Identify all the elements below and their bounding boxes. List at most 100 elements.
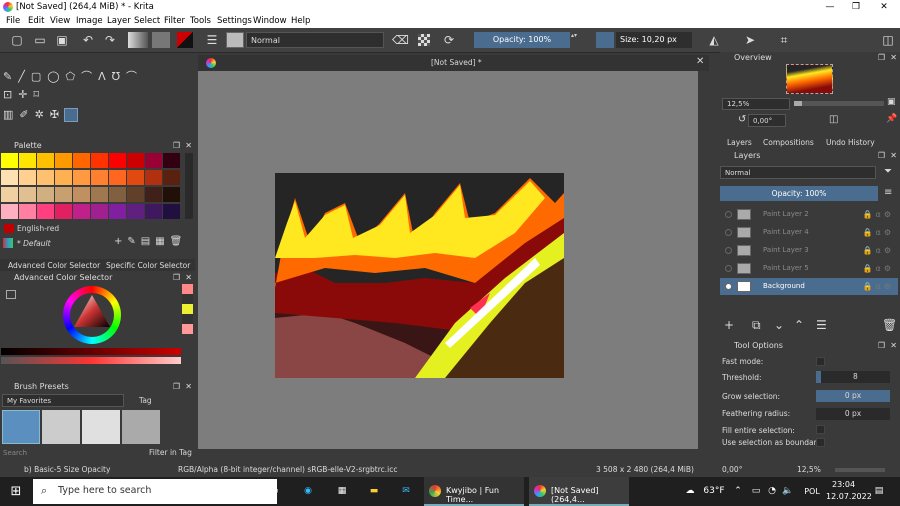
brush-thumb-1[interactable] [2, 410, 40, 444]
wifi-icon[interactable]: ◔ [766, 477, 778, 506]
tray-chevron-icon[interactable]: ⌃ [732, 477, 744, 506]
float-icon[interactable]: ❐ [878, 340, 885, 352]
layer-lock-alpha-icons[interactable]: 🔒α⚙ [863, 224, 894, 241]
store-icon[interactable]: ▦ [332, 477, 352, 506]
palette-swatch[interactable] [163, 204, 181, 220]
brush-filter-dropdown[interactable]: My Favorites [2, 394, 124, 407]
zoom-fit-icon[interactable]: ▣ [887, 97, 896, 107]
palette-swatch[interactable] [1, 153, 19, 169]
tab-specific-color-selector[interactable]: Specific Color Selector [106, 261, 190, 270]
open-document-icon[interactable]: ▭ [32, 32, 48, 48]
palette-swatch[interactable] [1, 187, 19, 203]
palette-swatch[interactable] [109, 170, 127, 186]
size-color-swatch[interactable] [596, 32, 614, 48]
float-icon[interactable]: ❐ [878, 52, 885, 64]
close-icon[interactable]: ✕ [185, 140, 192, 152]
weather-icon[interactable]: ☁ [682, 477, 698, 506]
layer-blend-dropdown[interactable]: Normal [720, 166, 876, 179]
taskbar-app-krita[interactable]: [Not Saved] (264,4... [529, 477, 629, 506]
palette-swatch[interactable] [19, 204, 37, 220]
taskbar-app-chrome[interactable]: Kwyjibo | Fun Time... [424, 477, 524, 506]
fast-mode-checkbox[interactable] [816, 357, 825, 366]
clock-date[interactable]: 12.07.2022 [826, 492, 872, 501]
palette-swatch[interactable] [73, 187, 91, 203]
palette-swatch[interactable] [19, 170, 37, 186]
close-icon[interactable]: ✕ [185, 272, 192, 284]
menu-select[interactable]: Select [134, 16, 160, 26]
brush-thumb-4[interactable] [122, 410, 160, 444]
visibility-icon[interactable] [725, 283, 732, 290]
palette-swatch[interactable] [1, 204, 19, 220]
layer-row[interactable]: Background 🔒α⚙ [720, 278, 898, 295]
rotate-left-icon[interactable]: ↺ [738, 114, 746, 125]
mirror-horizontal-icon[interactable]: ◭ [706, 32, 722, 48]
palette-preset-label[interactable]: * Default [17, 239, 51, 248]
canvas-close-icon[interactable]: ✕ [696, 56, 704, 67]
menu-view[interactable]: View [50, 16, 70, 26]
delete-layer-icon[interactable]: 🗑 [882, 318, 897, 332]
undo-icon[interactable]: ↶ [80, 32, 96, 48]
palette-swatch[interactable] [145, 170, 163, 186]
volume-icon[interactable]: 🔈 [782, 477, 794, 506]
status-zoom-slider[interactable] [835, 468, 885, 472]
float-icon[interactable]: ❐ [173, 381, 180, 393]
feathering-slider[interactable]: 0 px [816, 408, 890, 420]
tab-undo-history[interactable]: Undo History [826, 138, 875, 147]
palette-swatch[interactable] [19, 187, 37, 203]
menu-window[interactable]: Window [253, 16, 287, 26]
save-icon[interactable]: ▣ [54, 32, 70, 48]
layer-menu-icon[interactable]: ≡ [884, 187, 892, 198]
brush-search-input[interactable]: Search [3, 449, 27, 457]
hue-ring[interactable] [63, 286, 121, 344]
language-indicator[interactable]: POL [800, 477, 824, 506]
zoom-slider[interactable] [794, 101, 884, 106]
color-selector-settings-icon[interactable] [6, 290, 16, 299]
maximize-button[interactable]: ❐ [842, 0, 870, 14]
brush-preset-thumbnail[interactable] [226, 32, 244, 48]
pin-icon[interactable]: 📌 [886, 114, 897, 124]
palette-swatch[interactable] [73, 170, 91, 186]
add-layer-icon[interactable]: + [724, 318, 734, 332]
artwork[interactable] [275, 173, 564, 378]
eraser-icon[interactable]: ⌫ [392, 32, 409, 48]
palette-swatch[interactable] [37, 170, 55, 186]
palette-grid-icon[interactable] [3, 238, 13, 248]
minimize-button[interactable]: — [816, 0, 844, 14]
menu-settings[interactable]: Settings [217, 16, 252, 26]
redo-icon[interactable]: ↷ [102, 32, 118, 48]
layer-lock-alpha-icons[interactable]: 🔒α⚙ [863, 260, 894, 277]
fill-tool-icon[interactable] [64, 108, 78, 122]
blend-mode-dropdown[interactable]: Normal [246, 32, 384, 48]
network-icon[interactable]: ▭ [750, 477, 762, 506]
palette-swatch[interactable] [91, 187, 109, 203]
palette-swatch[interactable] [55, 204, 73, 220]
explorer-icon[interactable]: ▬ [364, 477, 384, 506]
palette-swatch[interactable] [163, 187, 181, 203]
layer-row[interactable]: Paint Layer 4 🔒α⚙ [720, 224, 898, 241]
layer-row[interactable]: Paint Layer 3 🔒α⚙ [720, 242, 898, 259]
palette-swatch[interactable] [37, 153, 55, 169]
weather-temp[interactable]: 63°F [700, 477, 728, 506]
clock-time[interactable]: 23:04 [832, 480, 855, 489]
grow-selection-slider[interactable]: 0 px [816, 390, 890, 402]
palette-swatch[interactable] [91, 204, 109, 220]
windows-start-icon[interactable]: ⊞ [5, 477, 27, 506]
workspace-icon[interactable]: ◫ [880, 32, 896, 48]
mirror-view-icon[interactable]: ◫ [829, 114, 838, 125]
brush-thumb-3[interactable] [82, 410, 120, 444]
float-icon[interactable]: ❐ [173, 272, 180, 284]
palette-swatch[interactable] [73, 204, 91, 220]
menu-help[interactable]: Help [291, 16, 310, 26]
palette-swatch[interactable] [55, 170, 73, 186]
menu-filter[interactable]: Filter [164, 16, 185, 26]
palette-swatch[interactable] [163, 153, 181, 169]
threshold-slider[interactable]: 8 [816, 371, 890, 383]
brush-thumb-2[interactable] [42, 410, 80, 444]
layer-filter-icon[interactable]: ⏷ [884, 166, 892, 177]
palette-swatch[interactable] [109, 204, 127, 220]
layer-row[interactable]: Paint Layer 5 🔒α⚙ [720, 260, 898, 277]
palette-swatch[interactable] [19, 153, 37, 169]
palette-swatch[interactable] [1, 170, 19, 186]
canvas-area[interactable] [198, 71, 709, 449]
palette-swatch[interactable] [37, 204, 55, 220]
